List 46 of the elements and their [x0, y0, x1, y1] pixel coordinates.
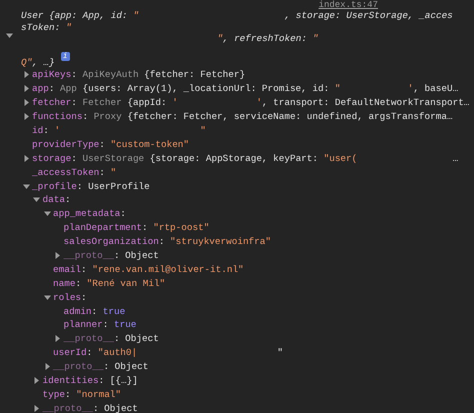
- property-line: planDepartment: "rtp-oost": [64, 222, 210, 234]
- expand-arrow-icon[interactable]: [22, 113, 30, 120]
- property-line: identities: [{…}]: [42, 375, 138, 386]
- source-link[interactable]: index.ts:47: [318, 0, 378, 10]
- expand-arrow-icon[interactable]: [22, 71, 30, 78]
- property-line: storage: UserStorage {storage: AppStorage, keyPart: "user( …: [32, 152, 458, 164]
- property-line: app: App {users: Array(1), _locationUrl: Promise, id: " ', baseU…: [32, 83, 458, 94]
- property-line: data:: [42, 194, 71, 206]
- property-line: providerType: "custom-token": [32, 138, 190, 150]
- property-line: name: "René van Mil": [53, 278, 166, 289]
- expand-arrow-icon[interactable]: [22, 85, 30, 92]
- property-line: __proto__: Object: [42, 402, 138, 413]
- object-summary: sToken: ": [21, 22, 72, 33]
- collapse-arrow-icon[interactable]: [44, 294, 50, 301]
- expand-arrow-icon[interactable]: [54, 252, 61, 260]
- expand-arrow-icon[interactable]: [22, 154, 30, 162]
- property-line: __proto__: Object: [53, 361, 148, 372]
- collapse-arrow-icon[interactable]: [33, 196, 40, 204]
- collapse-arrow-icon[interactable]: [6, 32, 13, 39]
- property-line: _profile: UserProfile: [32, 180, 150, 192]
- property-line: salesOrganization: "struykverwoinfra": [64, 236, 271, 248]
- collapse-arrow-icon[interactable]: [22, 182, 30, 190]
- property-line: type: "normal": [42, 388, 122, 400]
- object-summary: Q", …}: [21, 56, 55, 68]
- property-line: roles:: [53, 292, 87, 303]
- expand-arrow-icon[interactable]: [33, 404, 40, 412]
- expand-arrow-icon[interactable]: [33, 377, 40, 384]
- property-line: __proto__: Object: [64, 333, 159, 344]
- expand-arrow-icon[interactable]: [44, 363, 50, 370]
- object-summary: User {app: App, id: " , storage: UserStorage, _acces: [21, 10, 453, 22]
- property-line: _accessToken: ": [32, 166, 116, 178]
- collapse-arrow-icon[interactable]: [44, 210, 50, 218]
- object-summary: ", refreshToken: ": [216, 33, 320, 44]
- property-line: admin: true: [64, 306, 126, 317]
- property-line: app_metadata:: [53, 208, 126, 220]
- property-line: functions: Proxy {fetcher: Fetcher, serviceName: undefined, argsTransforma…: [32, 111, 453, 122]
- property-line: __proto__: Object: [64, 250, 159, 262]
- property-line: userId: "auth0| ": [53, 347, 283, 358]
- property-line: fetcher: Fetcher {appId: ' ', transport: DefaultNetworkTransport…: [32, 97, 470, 108]
- property-line: id: ' ": [32, 125, 206, 136]
- property-line: planner: true: [64, 319, 136, 330]
- expand-arrow-icon[interactable]: [22, 99, 30, 106]
- expand-arrow-icon[interactable]: [54, 335, 61, 342]
- info-badge[interactable]: i: [60, 52, 70, 61]
- property-line: apiKeys: ApiKeyAuth {fetcher: Fetcher}: [32, 69, 246, 80]
- property-line: email: "rene.van.mil@oliver-it.nl": [53, 264, 244, 275]
